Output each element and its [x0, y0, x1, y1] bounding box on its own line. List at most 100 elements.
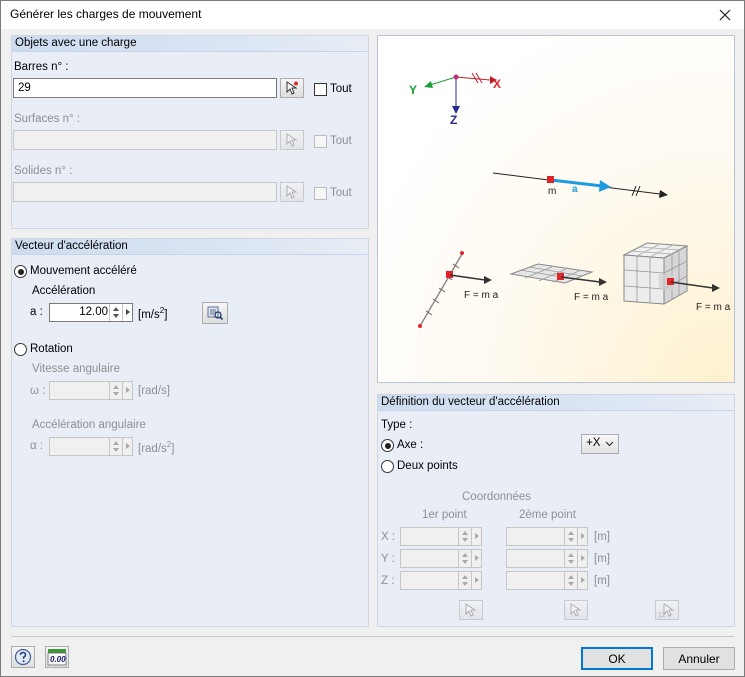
- help-button[interactable]: [11, 646, 35, 668]
- point2-x-spinbox[interactable]: [506, 527, 588, 546]
- title-bar: Générer les charges de mouvement: [1, 1, 744, 29]
- solids-pick-button[interactable]: [280, 182, 304, 202]
- accelerated-motion-label: Mouvement accéléré: [30, 265, 137, 277]
- surfaces-all-label: Tout: [330, 135, 352, 147]
- help-icon: [14, 648, 32, 666]
- acceleration-spin-arrows[interactable]: [109, 304, 122, 321]
- omega-label: ω :: [30, 385, 46, 397]
- axis-label: Axe :: [397, 439, 424, 451]
- solids-label: Solides n° :: [14, 165, 73, 177]
- acceleration-more-arrow[interactable]: [122, 304, 132, 321]
- point1-x-spinbox[interactable]: [400, 527, 482, 546]
- member-acceleration-sketch: m a: [492, 172, 668, 198]
- objects-group-header: Objets avec une charge: [12, 36, 368, 52]
- accel-vector-group: Vecteur d'accélération Mouvement accélér…: [11, 238, 369, 627]
- acceleration-unit: [m/s2]: [138, 306, 168, 321]
- point1-z-spinbox[interactable]: [400, 571, 482, 590]
- point1-pick-button[interactable]: [459, 600, 483, 620]
- acceleration-spinbox[interactable]: 12.00: [49, 303, 133, 322]
- point2-x-more-arrow[interactable]: [577, 528, 587, 545]
- two-points-label: Deux points: [397, 460, 458, 472]
- solids-all-label: Tout: [330, 187, 352, 199]
- point1-z-spin-arrows[interactable]: [458, 572, 471, 589]
- acceleration-value: 12.00: [79, 306, 108, 318]
- point1-y-spinbox[interactable]: [400, 549, 482, 568]
- pick-two-points-button[interactable]: 12: [655, 600, 679, 620]
- point1-x-spin-arrows[interactable]: [458, 528, 471, 545]
- members-all-checkbox[interactable]: [314, 83, 327, 96]
- calculator-search-icon: [207, 306, 224, 321]
- definition-group: Définition du vecteur d'accélération Typ…: [377, 394, 735, 627]
- point1-y-spin-arrows[interactable]: [458, 550, 471, 567]
- objects-group: Objets avec une charge Barres n° : Tout …: [11, 35, 369, 229]
- surfaces-label: Surfaces n° :: [14, 113, 80, 125]
- surfaces-input[interactable]: [13, 130, 277, 150]
- pick-cursor-icon: [465, 603, 477, 617]
- close-icon: [719, 9, 731, 21]
- accelerated-motion-radio[interactable]: [14, 265, 27, 278]
- angular-accel-spin-arrows[interactable]: [109, 438, 122, 455]
- point2-y-spinbox[interactable]: [506, 549, 588, 568]
- axis-z-label: Z: [450, 113, 457, 127]
- coords-label: Coordonnées: [462, 491, 532, 503]
- angular-velocity-more-arrow[interactable]: [122, 382, 132, 399]
- angular-accel-spinbox[interactable]: [49, 437, 133, 456]
- members-pick-button[interactable]: [280, 78, 304, 98]
- force-label-member: F = m a: [464, 290, 499, 301]
- surfaces-all-checkbox[interactable]: [314, 135, 327, 148]
- axis-radio[interactable]: [381, 439, 394, 452]
- point2-z-spin-arrows[interactable]: [564, 572, 577, 589]
- angular-accel-unit: [rad/s2]: [138, 440, 175, 455]
- pick-cursor-icon: [570, 603, 582, 617]
- footer-separator: [11, 636, 734, 637]
- rotation-radio[interactable]: [14, 343, 27, 356]
- chevron-down-icon: [605, 441, 614, 447]
- coord-z-label: Z :: [381, 575, 395, 587]
- units-icon-text: 0.00: [50, 655, 66, 664]
- point1-x-more-arrow[interactable]: [471, 528, 481, 545]
- point2-y-more-arrow[interactable]: [577, 550, 587, 567]
- point1-z-more-arrow[interactable]: [471, 572, 481, 589]
- coord-x-unit: [m]: [594, 531, 610, 543]
- solids-input[interactable]: [13, 182, 277, 202]
- pick-cursor-icon: [286, 133, 298, 147]
- preview-illustration: X Y Z m a F = m a F = m a F = m a: [377, 35, 735, 383]
- angular-velocity-label: Vitesse angulaire: [32, 363, 121, 375]
- solids-all-checkbox[interactable]: [314, 187, 327, 200]
- coord-y-label: Y :: [381, 553, 395, 565]
- cancel-button[interactable]: Annuler: [663, 647, 735, 670]
- point2-z-spinbox[interactable]: [506, 571, 588, 590]
- force-label-solid: F = m a: [696, 302, 731, 313]
- acceleration-label: Accélération: [32, 285, 96, 297]
- force-label-surface: F = m a: [574, 292, 609, 303]
- close-button[interactable]: [716, 6, 734, 24]
- axis-x-label: X: [493, 77, 501, 91]
- point2-pick-button[interactable]: [564, 600, 588, 620]
- members-all-label: Tout: [330, 83, 352, 95]
- axis-select[interactable]: +X: [581, 434, 619, 454]
- point2-z-more-arrow[interactable]: [577, 572, 587, 589]
- solid-cube-sketch: F = m a: [622, 242, 731, 313]
- units-button[interactable]: 0.00: [45, 646, 69, 668]
- surfaces-pick-button[interactable]: [280, 130, 304, 150]
- angular-velocity-spin-arrows[interactable]: [109, 382, 122, 399]
- two-points-radio[interactable]: [381, 460, 394, 473]
- members-input[interactable]: [13, 78, 277, 98]
- point2-x-spin-arrows[interactable]: [564, 528, 577, 545]
- acceleration-calc-button[interactable]: [202, 302, 228, 324]
- a-label: a :: [30, 306, 43, 318]
- accel-label: a: [572, 184, 578, 195]
- angular-velocity-unit: [rad/s]: [138, 385, 170, 397]
- inclined-member-sketch: F = m a: [418, 251, 499, 328]
- axis-y-label: Y: [409, 83, 417, 97]
- point1-y-more-arrow[interactable]: [471, 550, 481, 567]
- ok-button[interactable]: OK: [581, 647, 653, 670]
- angular-accel-more-arrow[interactable]: [122, 438, 132, 455]
- rotation-label: Rotation: [30, 343, 73, 355]
- type-label: Type :: [381, 419, 413, 431]
- point2-y-spin-arrows[interactable]: [564, 550, 577, 567]
- coord-y-unit: [m]: [594, 553, 610, 565]
- svg-text:12: 12: [658, 612, 666, 618]
- coord-x-label: X :: [381, 531, 396, 543]
- angular-velocity-spinbox[interactable]: [49, 381, 133, 400]
